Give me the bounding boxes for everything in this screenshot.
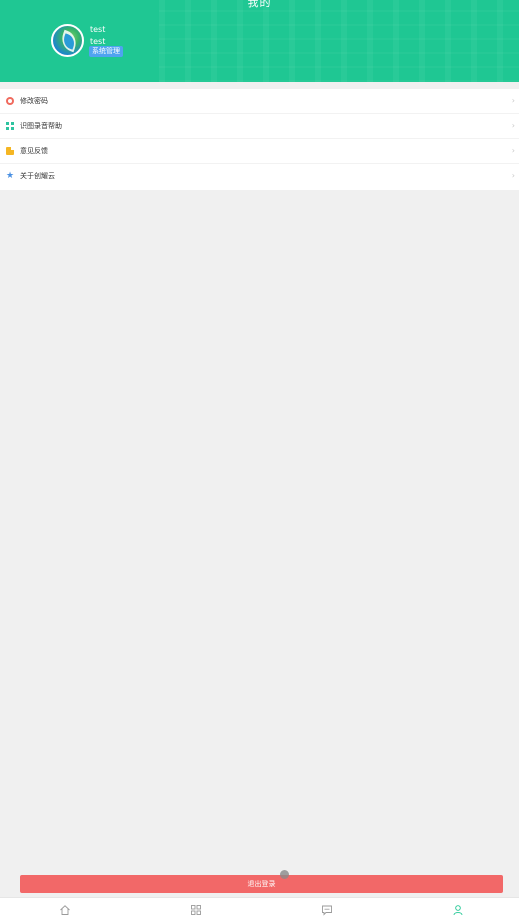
logout-button[interactable]: 退出登录 <box>20 875 503 893</box>
user-account: test <box>90 37 106 46</box>
user-role-badge: 系统管理 <box>89 46 123 57</box>
menu-item-label: 修改密码 <box>20 97 48 105</box>
home-icon <box>60 905 70 915</box>
avatar[interactable] <box>51 24 84 57</box>
menu-item-label: 识图录音帮助 <box>20 122 62 130</box>
settings-menu: 修改密码 › 识图录音帮助 › 意见反馈 › ★ 关于创耀云 › <box>0 89 519 190</box>
apps-icon <box>191 905 201 915</box>
tab-messages[interactable] <box>321 901 335 916</box>
menu-item-label: 意见反馈 <box>20 147 48 155</box>
document-icon <box>6 147 14 155</box>
tab-profile[interactable] <box>452 901 466 916</box>
chevron-right-icon: › <box>511 171 515 180</box>
star-icon: ★ <box>6 171 15 181</box>
page-title: 我的 <box>247 0 272 9</box>
floating-drag-handle[interactable] <box>280 870 289 879</box>
bottom-tab-bar <box>0 897 519 916</box>
message-icon <box>322 905 332 916</box>
tab-apps[interactable] <box>190 901 204 915</box>
tab-home[interactable] <box>59 901 73 915</box>
profile-icon <box>453 905 463 916</box>
profile-header: 我的 test test 系统管理 <box>0 0 519 82</box>
user-name: test <box>90 25 106 34</box>
menu-item-change-password[interactable]: 修改密码 › <box>0 89 519 114</box>
chevron-right-icon: › <box>511 121 515 130</box>
header-background-pattern <box>159 0 519 82</box>
menu-item-about[interactable]: ★ 关于创耀云 › <box>0 164 519 189</box>
menu-item-feedback[interactable]: 意见反馈 › <box>0 139 519 164</box>
menu-item-help[interactable]: 识图录音帮助 › <box>0 114 519 139</box>
chevron-right-icon: › <box>511 146 515 155</box>
chevron-right-icon: › <box>511 96 515 105</box>
menu-item-label: 关于创耀云 <box>20 172 55 180</box>
grid-icon <box>6 122 14 130</box>
settings-icon <box>6 97 14 105</box>
